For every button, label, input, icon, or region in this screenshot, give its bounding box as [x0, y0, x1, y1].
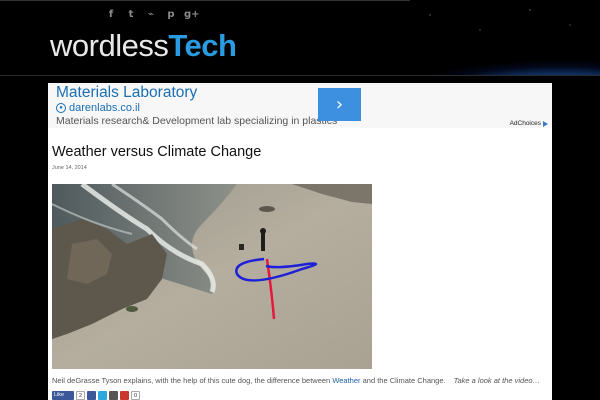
logo-tech: Tech: [168, 28, 237, 63]
site-logo[interactable]: wordlessTech: [50, 27, 237, 65]
google-plus-icon[interactable]: g+: [184, 8, 200, 22]
globe-icon: ●: [56, 103, 66, 113]
twitter-icon[interactable]: t: [124, 8, 138, 22]
adchoices-link[interactable]: AdChoices: [510, 120, 548, 127]
post-title[interactable]: Weather versus Climate Change: [52, 144, 261, 160]
caption-text-end: and the Climate Change.: [360, 376, 446, 385]
share-count: 0: [131, 391, 140, 400]
ad-domain-row[interactable]: ● darenlabs.co.il: [56, 102, 140, 114]
rss-icon[interactable]: ⌁: [144, 8, 158, 22]
earth-banner-image: [410, 0, 600, 75]
share-facebook-icon[interactable]: [87, 391, 96, 400]
like-count: 2: [76, 391, 85, 400]
social-links: f t ⌁ p g+: [104, 8, 200, 22]
adchoices-label: AdChoices: [509, 120, 541, 127]
page: f t ⌁ p g+ wordlessTech Materials Labora…: [0, 0, 600, 400]
stars-decoration: [410, 0, 600, 75]
beach-scene-illustration: [52, 184, 372, 369]
read-more-link[interactable]: Take a look at the video…: [454, 376, 540, 385]
pinterest-icon[interactable]: p: [164, 8, 178, 22]
ad-description: Materials research& Development lab spec…: [56, 115, 338, 127]
post-caption: Neil deGrasse Tyson explains, with the h…: [52, 376, 540, 385]
post-image[interactable]: [52, 184, 372, 369]
facebook-like-button[interactable]: Like: [52, 391, 74, 400]
ad-title[interactable]: Materials Laboratory: [56, 84, 197, 102]
share-bar: Like 2 0: [52, 391, 140, 400]
main-content: Materials Laboratory ● darenlabs.co.il M…: [48, 83, 552, 400]
ad-banner[interactable]: Materials Laboratory ● darenlabs.co.il M…: [48, 83, 552, 128]
share-twitter-icon[interactable]: [98, 391, 107, 400]
site-header: f t ⌁ p g+ wordlessTech: [0, 0, 600, 76]
caption-text-start: Neil deGrasse Tyson explains, with the h…: [52, 376, 333, 385]
logo-wordless: wordless: [50, 28, 169, 63]
share-email-icon[interactable]: [109, 391, 118, 400]
ad-open-button[interactable]: ›: [318, 88, 361, 121]
facebook-icon[interactable]: f: [104, 8, 118, 22]
weather-link[interactable]: Weather: [332, 376, 360, 385]
header-spacer: [0, 76, 600, 83]
share-google-icon[interactable]: [120, 391, 129, 400]
post-date: June 14, 2014: [52, 165, 87, 171]
adchoices-icon: [543, 120, 548, 127]
ad-domain[interactable]: darenlabs.co.il: [69, 102, 140, 114]
